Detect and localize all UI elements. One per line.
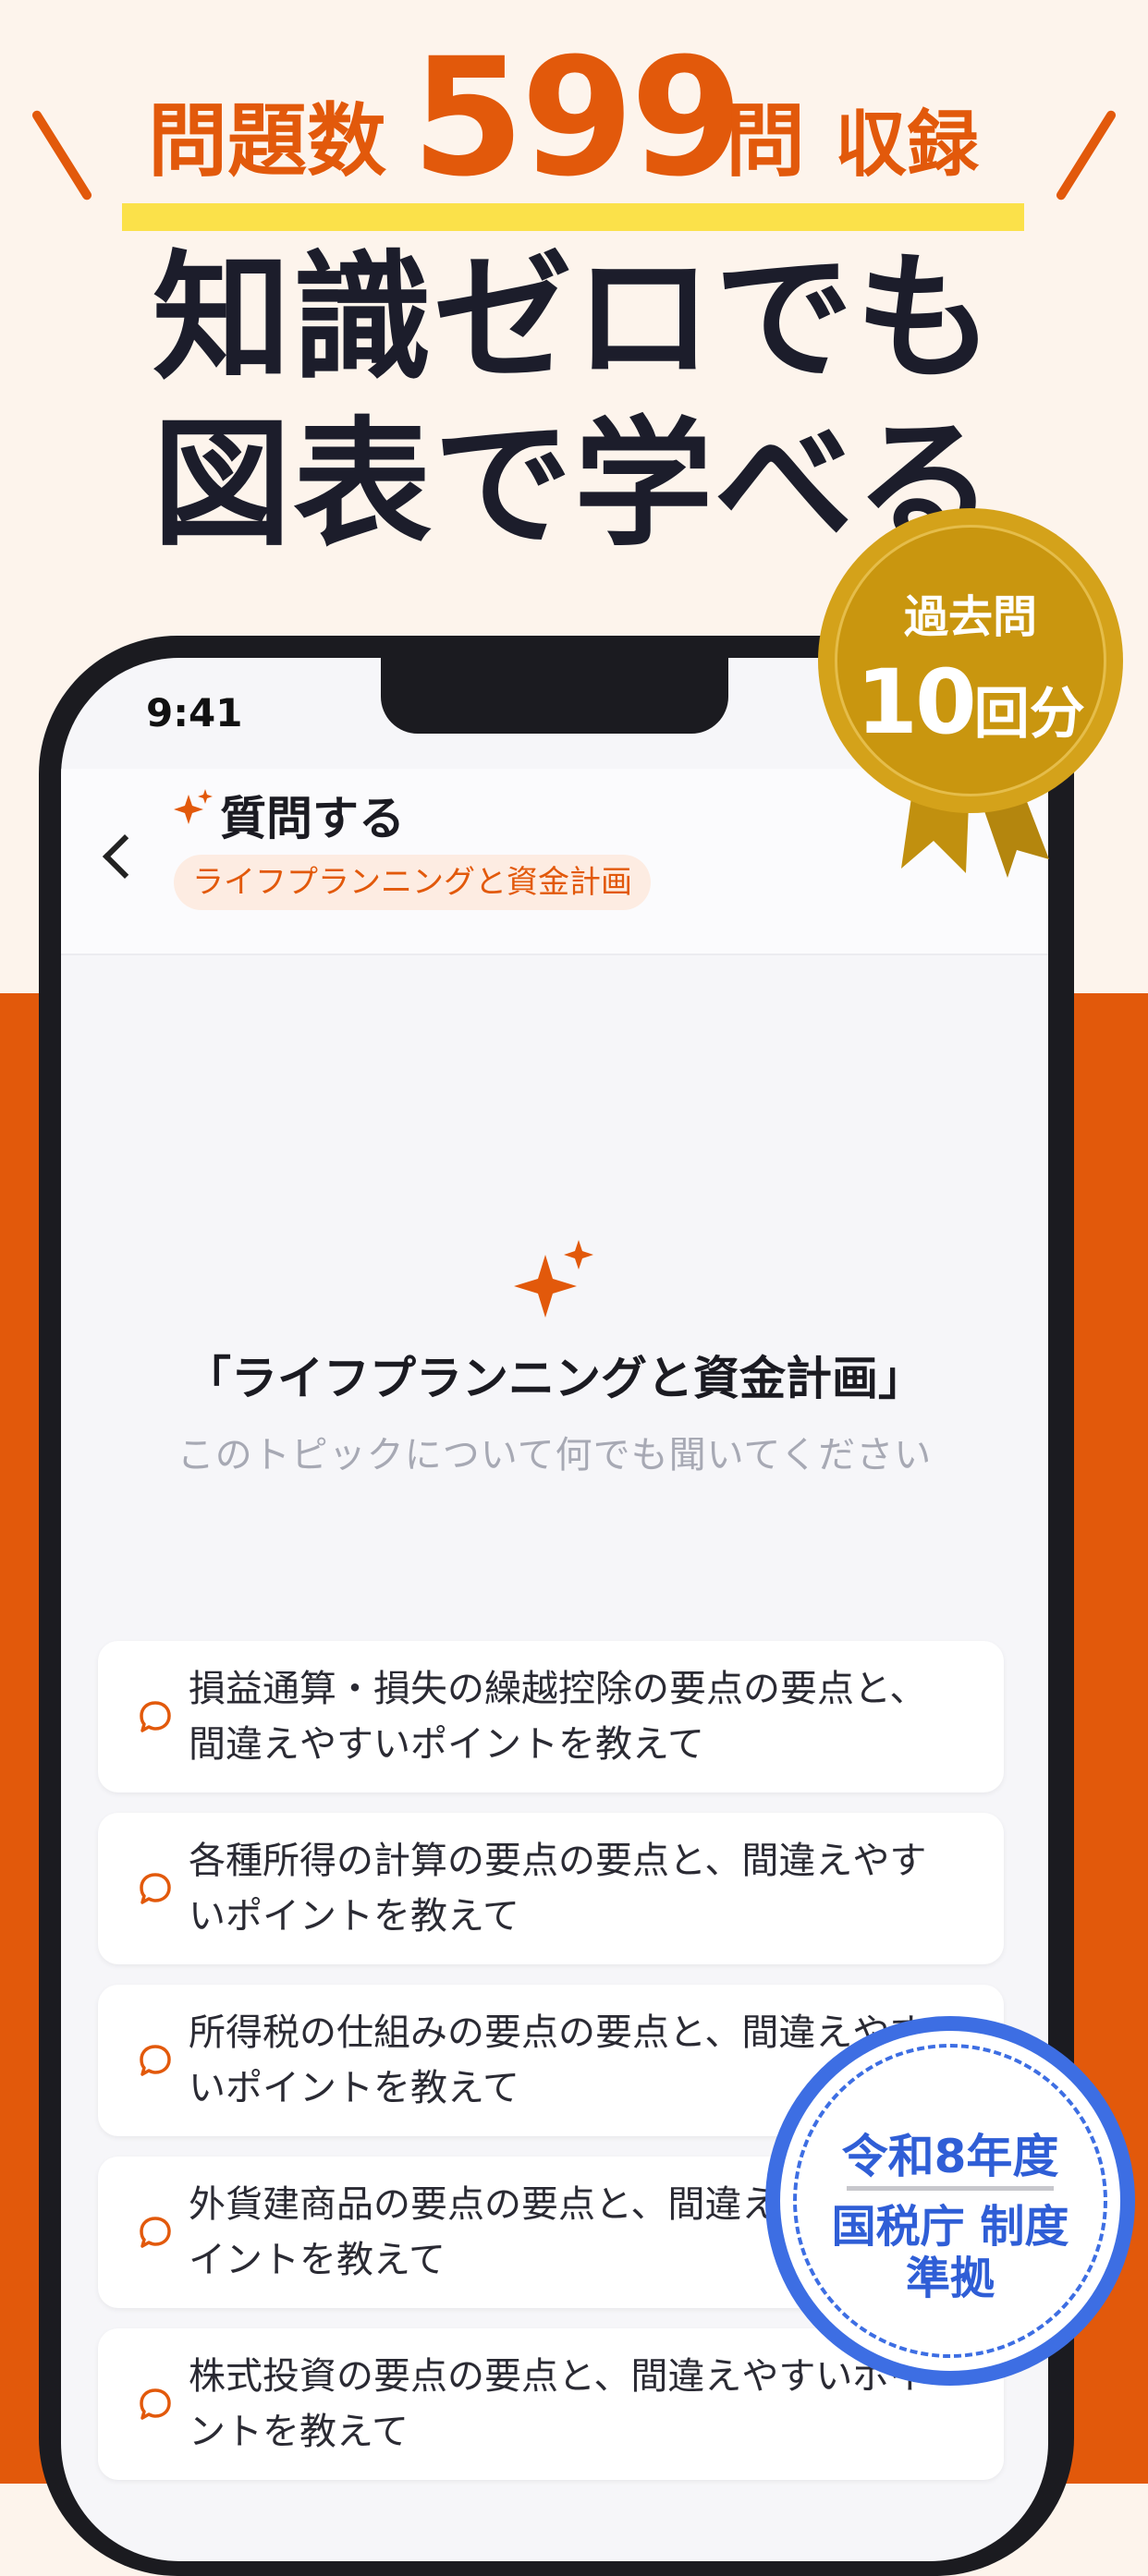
suggestion-text: 損益通算・損失の繰越控除の要点の要点と、間違えやすいポイントを教えて <box>189 1668 927 1766</box>
past-exams-badge: 過去問 10回分 <box>818 508 1123 878</box>
headline-unit: 問 <box>726 95 805 188</box>
sparkle-large-icon <box>514 1240 593 1318</box>
badge-count: 10回分 <box>856 650 1085 754</box>
suggestion-card[interactable]: 各種所得の計算の要点の要点と、間違えやすいポイントを教えて <box>98 1813 1004 1964</box>
chat-bubble-icon <box>140 2045 171 2076</box>
headline-suffix: 収録 <box>835 103 980 187</box>
title-line-1: 知識ゼロでも <box>152 238 995 399</box>
seal-text: 国税庁 制度 準拠 <box>831 2201 1069 2304</box>
chat-bubble-icon <box>140 1701 171 1732</box>
suggestion-text: 株式投資の要点の要点と、間違えやすいポイントを教えて <box>189 2355 927 2453</box>
compliance-seal: 令和8年度 国税庁 制度 準拠 <box>765 2016 1135 2386</box>
status-time: 9:41 <box>146 690 243 735</box>
chat-bubble-icon <box>140 2217 171 2248</box>
header-title: 質問する <box>220 792 405 845</box>
empty-state-subtitle: このトピックについて何でも聞いてください <box>177 1434 933 1476</box>
empty-state-topic: 「ライフプランニングと資金計画」 <box>185 1352 924 1405</box>
headline-prefix: 問題数 <box>148 95 386 188</box>
topic-chip: ライフプランニングと資金計画 <box>174 855 651 910</box>
sparkle-icon <box>174 789 213 824</box>
phone-notch <box>381 658 728 734</box>
slash-decoration-left <box>31 108 93 202</box>
headline-count: 599 <box>411 23 743 213</box>
seal-year: 令和8年度 <box>841 2130 1059 2183</box>
slash-decoration-right <box>1055 108 1117 202</box>
suggestion-card[interactable]: 損益通算・損失の繰越控除の要点の要点と、間違えやすいポイントを教えて <box>98 1641 1004 1792</box>
seal-divider <box>847 2186 1054 2191</box>
badge-line1: 過去問 <box>903 591 1037 643</box>
chat-bubble-icon <box>140 2388 171 2420</box>
back-chevron-icon[interactable] <box>102 833 148 880</box>
chat-bubble-icon <box>140 1873 171 1904</box>
suggestion-text: 各種所得の計算の要点の要点と、間違えやすいポイントを教えて <box>189 1840 927 1938</box>
